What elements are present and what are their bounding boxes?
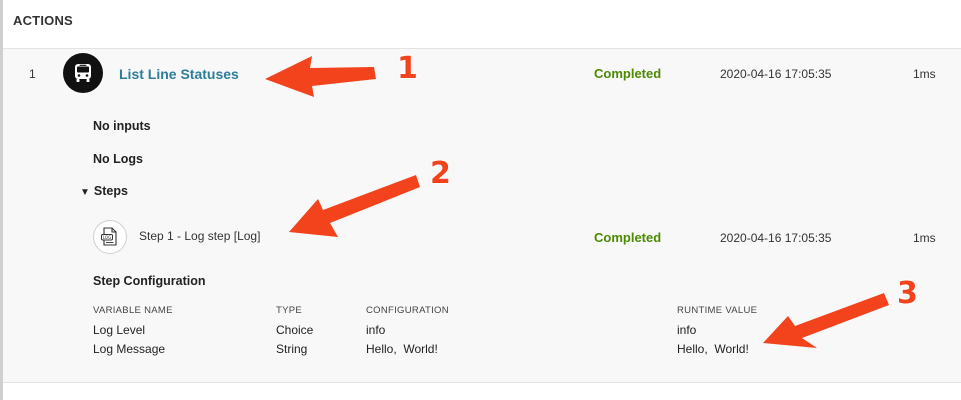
footer-divider: [3, 382, 961, 383]
config-cell-variable: Log Level: [93, 323, 146, 337]
step-name: Step 1 - Log step [Log]: [139, 229, 261, 243]
action-index: 1: [29, 67, 36, 81]
config-cell-type: Choice: [276, 323, 314, 337]
config-cell-configuration: info: [366, 323, 386, 337]
no-logs-label: No Logs: [93, 152, 143, 166]
config-cell-variable: Log Message: [93, 342, 166, 356]
action-status: Completed: [594, 66, 662, 81]
step-timestamp: 2020-04-16 17:05:35: [720, 231, 832, 245]
config-cell-runtime-value: info: [677, 323, 697, 337]
column-header-variable-name: VARIABLE NAME: [93, 305, 173, 316]
callout-number-1: 1: [397, 51, 418, 86]
column-header-configuration: CONFIGURATION: [366, 305, 449, 316]
column-header-runtime-value: RUNTIME VALUE: [677, 305, 758, 316]
action-duration: 1ms: [913, 67, 936, 81]
action-timestamp: 2020-04-16 17:05:35: [720, 67, 832, 81]
step-status: Completed: [594, 230, 662, 245]
config-cell-configuration: Hello, World!: [366, 342, 438, 356]
config-cell-type: String: [276, 342, 308, 356]
action-panel: [3, 49, 961, 382]
bus-icon: [63, 53, 103, 93]
config-cell-runtime-value: Hello, World!: [677, 342, 749, 356]
steps-label: Steps: [93, 184, 128, 198]
callout-number-2: 2: [430, 156, 451, 191]
triangle-down-icon: ▼: [80, 187, 90, 198]
section-title: ACTIONS: [13, 13, 73, 28]
log-file-icon: LOG: [93, 220, 127, 254]
steps-toggle[interactable]: ▼ Steps: [80, 184, 128, 198]
no-inputs-label: No inputs: [93, 119, 151, 133]
column-header-type: TYPE: [276, 305, 303, 316]
callout-number-3: 3: [897, 276, 918, 311]
step-configuration-title: Step Configuration: [93, 274, 206, 288]
step-duration: 1ms: [913, 231, 936, 245]
action-name-link[interactable]: List Line Statuses: [119, 66, 239, 82]
svg-text:LOG: LOG: [103, 235, 111, 240]
